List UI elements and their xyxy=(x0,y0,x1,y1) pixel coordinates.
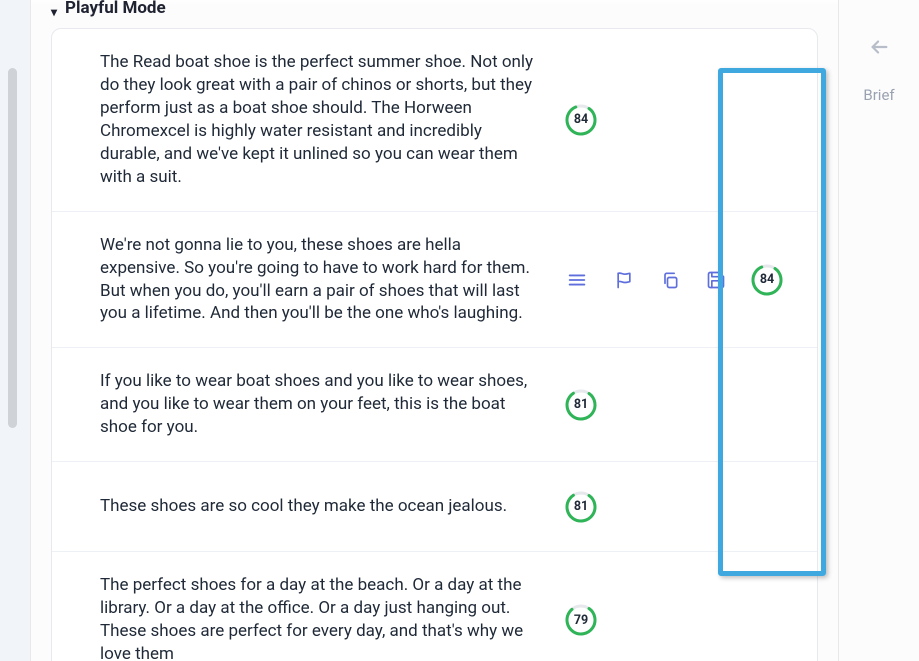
score-badge: 79 xyxy=(556,603,606,637)
scrollbar[interactable] xyxy=(8,68,17,428)
caret-down-icon: ▾ xyxy=(51,2,57,22)
section-header[interactable]: ▾ Playful Mode xyxy=(31,0,838,28)
save-icon[interactable] xyxy=(706,270,726,290)
right-sidebar: Brief xyxy=(839,0,919,661)
result-row[interactable]: These shoes are so cool they make the oc… xyxy=(52,462,817,552)
menu-icon[interactable] xyxy=(566,269,588,291)
score-value: 81 xyxy=(564,490,598,524)
result-text: The perfect shoes for a day at the beach… xyxy=(100,574,540,661)
result-row[interactable]: We're not gonna lie to you, these shoes … xyxy=(52,212,817,349)
results-card: The Read boat shoe is the perfect summer… xyxy=(51,28,818,661)
brief-tab[interactable]: Brief xyxy=(839,86,919,104)
result-text: These shoes are so cool they make the oc… xyxy=(100,495,540,518)
result-text: We're not gonna lie to you, these shoes … xyxy=(100,234,540,326)
result-row[interactable]: The Read boat shoe is the perfect summer… xyxy=(52,29,817,212)
score-value: 81 xyxy=(564,388,598,422)
score-badge: 84 xyxy=(742,263,792,297)
copy-icon[interactable] xyxy=(660,270,680,290)
result-row[interactable]: If you like to wear boat shoes and you l… xyxy=(52,348,817,462)
result-text: If you like to wear boat shoes and you l… xyxy=(100,370,540,439)
result-row[interactable]: The perfect shoes for a day at the beach… xyxy=(52,552,817,661)
score-badge: 81 xyxy=(556,388,606,422)
section-title: Playful Mode xyxy=(65,0,166,18)
result-text: The Read boat shoe is the perfect summer… xyxy=(100,51,540,189)
back-arrow-icon[interactable] xyxy=(868,36,890,58)
score-badge: 84 xyxy=(556,103,606,137)
score-value: 79 xyxy=(564,603,598,637)
score-badge: 81 xyxy=(556,490,606,524)
row-actions xyxy=(556,269,726,291)
main-panel: ▾ Playful Mode The Read boat shoe is the… xyxy=(30,0,839,661)
flag-icon[interactable] xyxy=(614,270,634,290)
score-value: 84 xyxy=(564,103,598,137)
score-value: 84 xyxy=(750,263,784,297)
